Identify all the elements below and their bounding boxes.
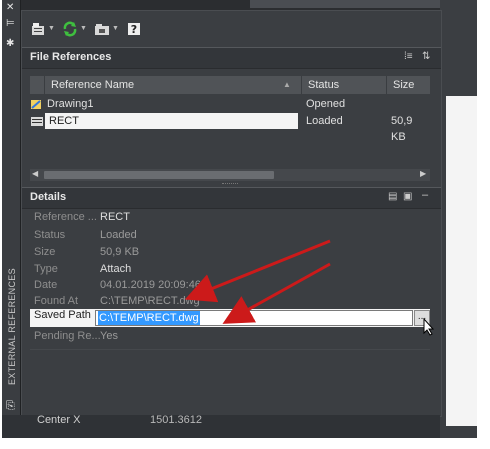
annotation-arrows [184, 239, 331, 324]
arrow-to-saved-path [222, 262, 331, 324]
arrow-to-found-at [184, 239, 331, 303]
mouse-cursor-icon [423, 318, 435, 336]
